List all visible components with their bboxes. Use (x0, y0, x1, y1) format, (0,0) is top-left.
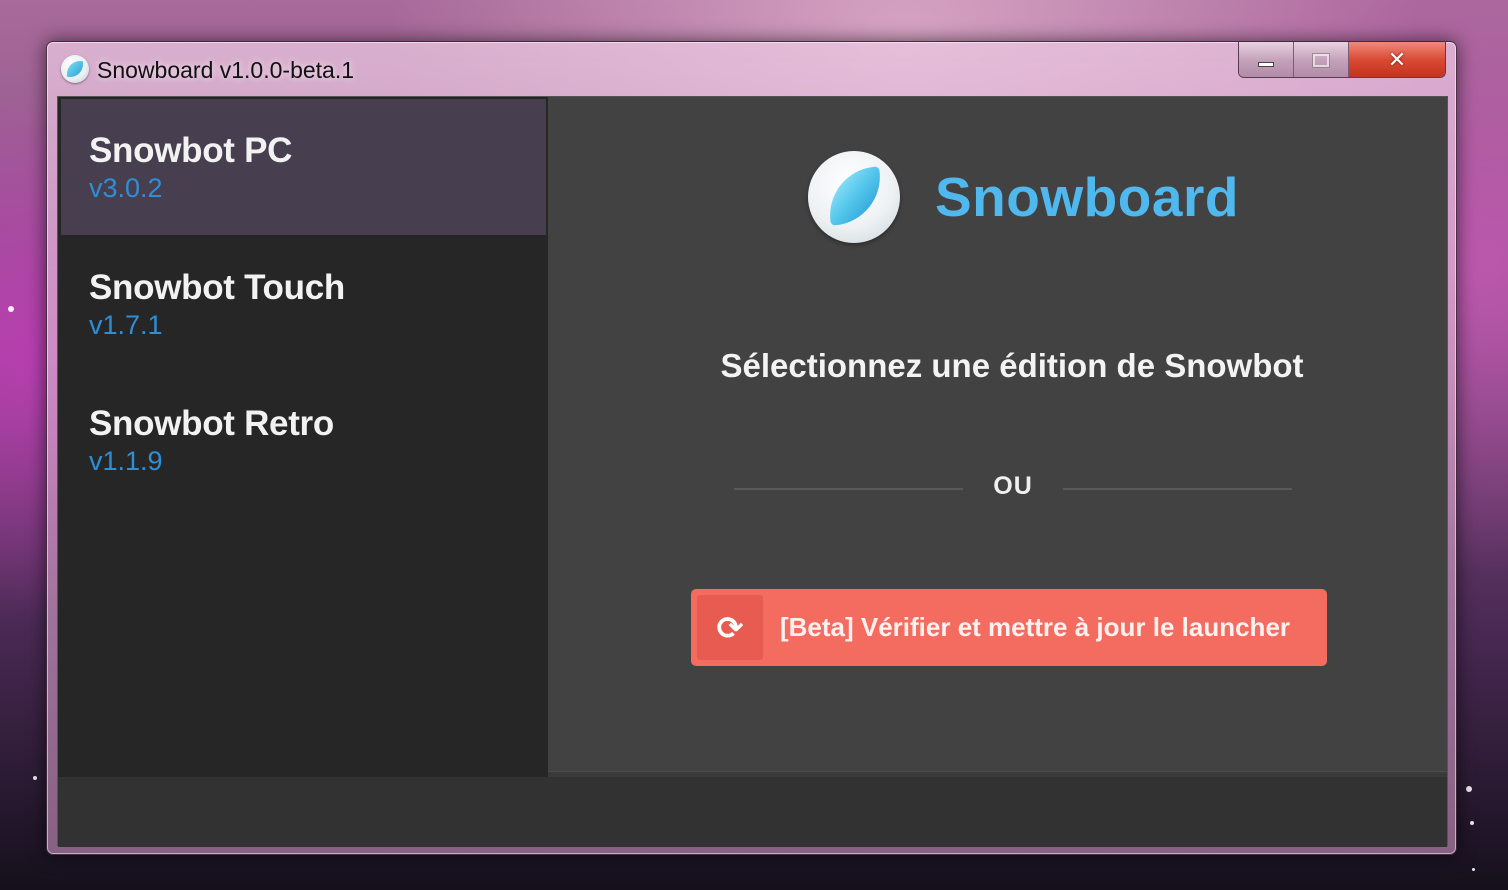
sidebar-item-snowbot-pc[interactable]: Snowbot PC v3.0.2 (61, 99, 546, 235)
sidebar-item-version: v1.7.1 (89, 310, 163, 340)
update-button-label: [Beta] Vérifier et mettre à jour le laun… (779, 612, 1291, 642)
snowboard-app-icon (61, 55, 89, 83)
footer-bar (58, 777, 1447, 847)
update-icon-box: ⟳ (697, 595, 763, 660)
sidebar-item-version: v3.0.2 (89, 173, 163, 203)
sidebar-item-snowbot-touch[interactable]: Snowbot Touch v1.7.1 (61, 236, 546, 372)
title-bar[interactable]: Snowboard v1.0.0-beta.1 ✕ (47, 42, 1456, 96)
window-controls: ✕ (1238, 42, 1446, 78)
main-panel: Snowboard Sélectionnez une édition de Sn… (548, 97, 1447, 771)
sidebar-item-snowbot-retro[interactable]: Snowbot Retro v1.1.9 (61, 372, 546, 508)
refresh-icon: ⟳ (716, 608, 744, 647)
desktop-star (1466, 786, 1472, 792)
desktop-star (1470, 821, 1474, 825)
close-button[interactable]: ✕ (1349, 42, 1445, 77)
desktop-star (1472, 868, 1475, 871)
maximize-button[interactable] (1294, 42, 1349, 77)
page-subtitle: Sélectionnez une édition de Snowbot (720, 347, 1304, 384)
sidebar-item-name: Snowbot Touch (89, 268, 345, 307)
separator-line-right (1063, 488, 1292, 490)
separator-label: OU (993, 472, 1033, 500)
client-area: Snowbot PC v3.0.2 Snowbot Touch v1.7.1 S… (57, 96, 1448, 847)
desktop-star (8, 306, 14, 312)
app-window: Snowboard v1.0.0-beta.1 ✕ Snowbot PC v3.… (46, 41, 1457, 855)
leaf-icon (825, 166, 885, 226)
update-launcher-button[interactable]: ⟳ [Beta] Vérifier et mettre à jour le la… (691, 589, 1327, 666)
minimize-button[interactable] (1239, 42, 1294, 77)
window-title: Snowboard v1.0.0-beta.1 (97, 57, 355, 83)
desktop-star (33, 776, 37, 780)
sidebar: Snowbot PC v3.0.2 Snowbot Touch v1.7.1 S… (58, 97, 548, 777)
separator-line-left (734, 488, 963, 490)
sidebar-item-name: Snowbot PC (89, 131, 293, 170)
brand-title: Snowboard (935, 166, 1239, 228)
close-icon: ✕ (1387, 47, 1407, 73)
minimize-icon (1258, 61, 1274, 67)
snowboard-logo (808, 151, 900, 243)
sidebar-item-name: Snowbot Retro (89, 404, 334, 443)
maximize-icon (1312, 52, 1330, 68)
sidebar-item-version: v1.1.9 (89, 446, 163, 476)
